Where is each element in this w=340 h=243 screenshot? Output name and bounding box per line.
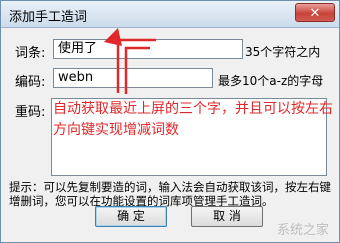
tip-text: 提示：可以先复制要造的词，输入法会自动获取该词，按左右键增删词，您可以在功能设置… (9, 180, 331, 208)
cancel-button[interactable]: 取 消 (191, 206, 263, 227)
code-hint: 最多10个a-z的字母 (218, 74, 324, 88)
annotation-text: 自动获取最近上屏的三个字，并且可以按左右方向键实现增减词数 (53, 101, 333, 138)
weight-label: 重码: (15, 105, 46, 120)
window-title: 添加手工造词 (9, 10, 88, 25)
code-label: 编码: (15, 75, 46, 90)
term-value: 使用了 (58, 41, 98, 56)
term-input[interactable]: 使用了 (53, 39, 243, 59)
close-icon: ✕ (309, 6, 321, 21)
term-hint: 35个字符之内 (245, 45, 321, 59)
code-value: webn (58, 70, 94, 85)
term-label: 词条: (15, 46, 46, 61)
title-bar[interactable]: 添加手工造词 ✕ (1, 1, 339, 28)
watermark: 系统之家 (276, 223, 329, 238)
close-button[interactable]: ✕ (295, 3, 335, 22)
dialog-window: 添加手工造词 ✕ 词条: 使用了 35个字符之内 编码: webn 最多10个a… (0, 0, 340, 243)
code-input[interactable]: webn (53, 68, 213, 88)
ok-button[interactable]: 确 定 (95, 206, 167, 227)
